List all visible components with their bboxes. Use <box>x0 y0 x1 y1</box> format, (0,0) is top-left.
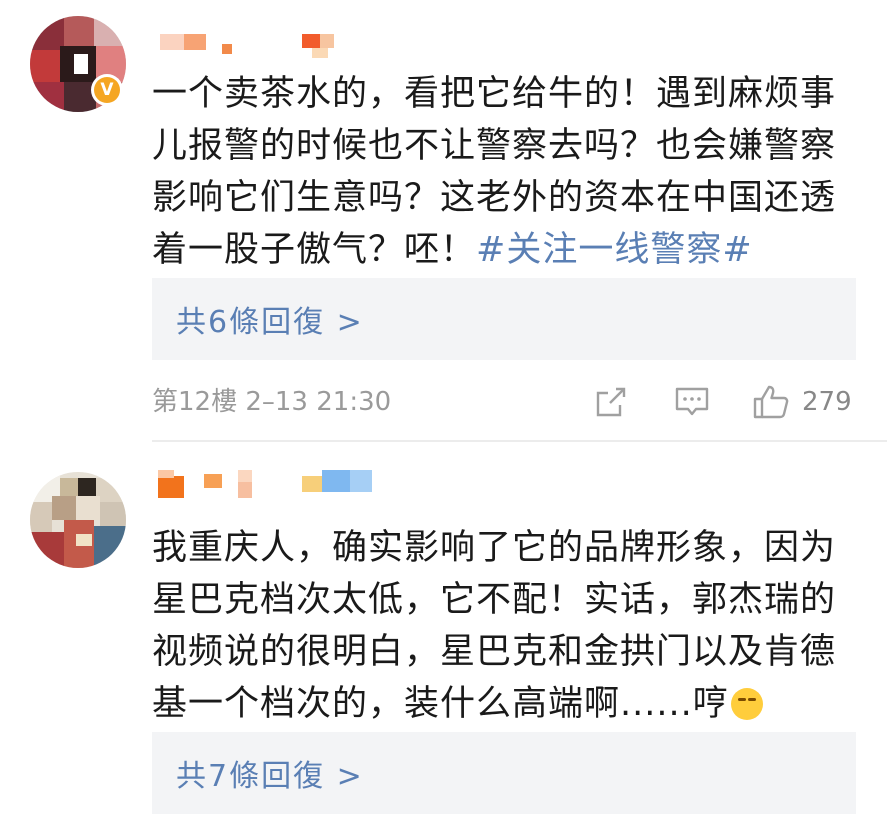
username-mosaic[interactable] <box>152 30 352 58</box>
username-mosaic[interactable] <box>152 470 372 498</box>
comment-content: 一个卖茶水的，看把它给牛的！遇到麻烦事儿报警的时候也不让警察去吗？也会嫌警察影响… <box>152 68 852 276</box>
like-button[interactable]: 279 <box>752 384 852 420</box>
comment-button[interactable] <box>674 384 710 420</box>
view-replies-link[interactable]: 共7條回復 > <box>176 751 364 795</box>
smirk-emoji-icon <box>730 688 763 720</box>
share-icon <box>596 387 626 417</box>
comment-meta: 第12樓 2–13 21:30 279 <box>152 382 856 422</box>
verified-badge: V <box>91 74 123 106</box>
replies-box[interactable]: 共7條回復 > <box>152 732 856 814</box>
floor-and-time: 第12樓 2–13 21:30 <box>152 387 392 417</box>
divider <box>152 440 887 442</box>
share-button[interactable] <box>594 384 628 420</box>
comment-icon <box>675 387 709 416</box>
avatar[interactable] <box>30 472 126 568</box>
topic-link[interactable]: #关注一线警察# <box>476 230 753 270</box>
like-count: 279 <box>802 387 852 417</box>
like-icon <box>753 385 789 419</box>
verified-icon: V <box>94 77 120 103</box>
comment-content: 我重庆人，确实影响了它的品牌形象，因为星巴克档次太低，它不配！实话，郭杰瑞的视频… <box>152 522 852 730</box>
replies-box[interactable]: 共6條回復 > <box>152 278 856 360</box>
view-replies-link[interactable]: 共6條回復 > <box>176 297 364 341</box>
